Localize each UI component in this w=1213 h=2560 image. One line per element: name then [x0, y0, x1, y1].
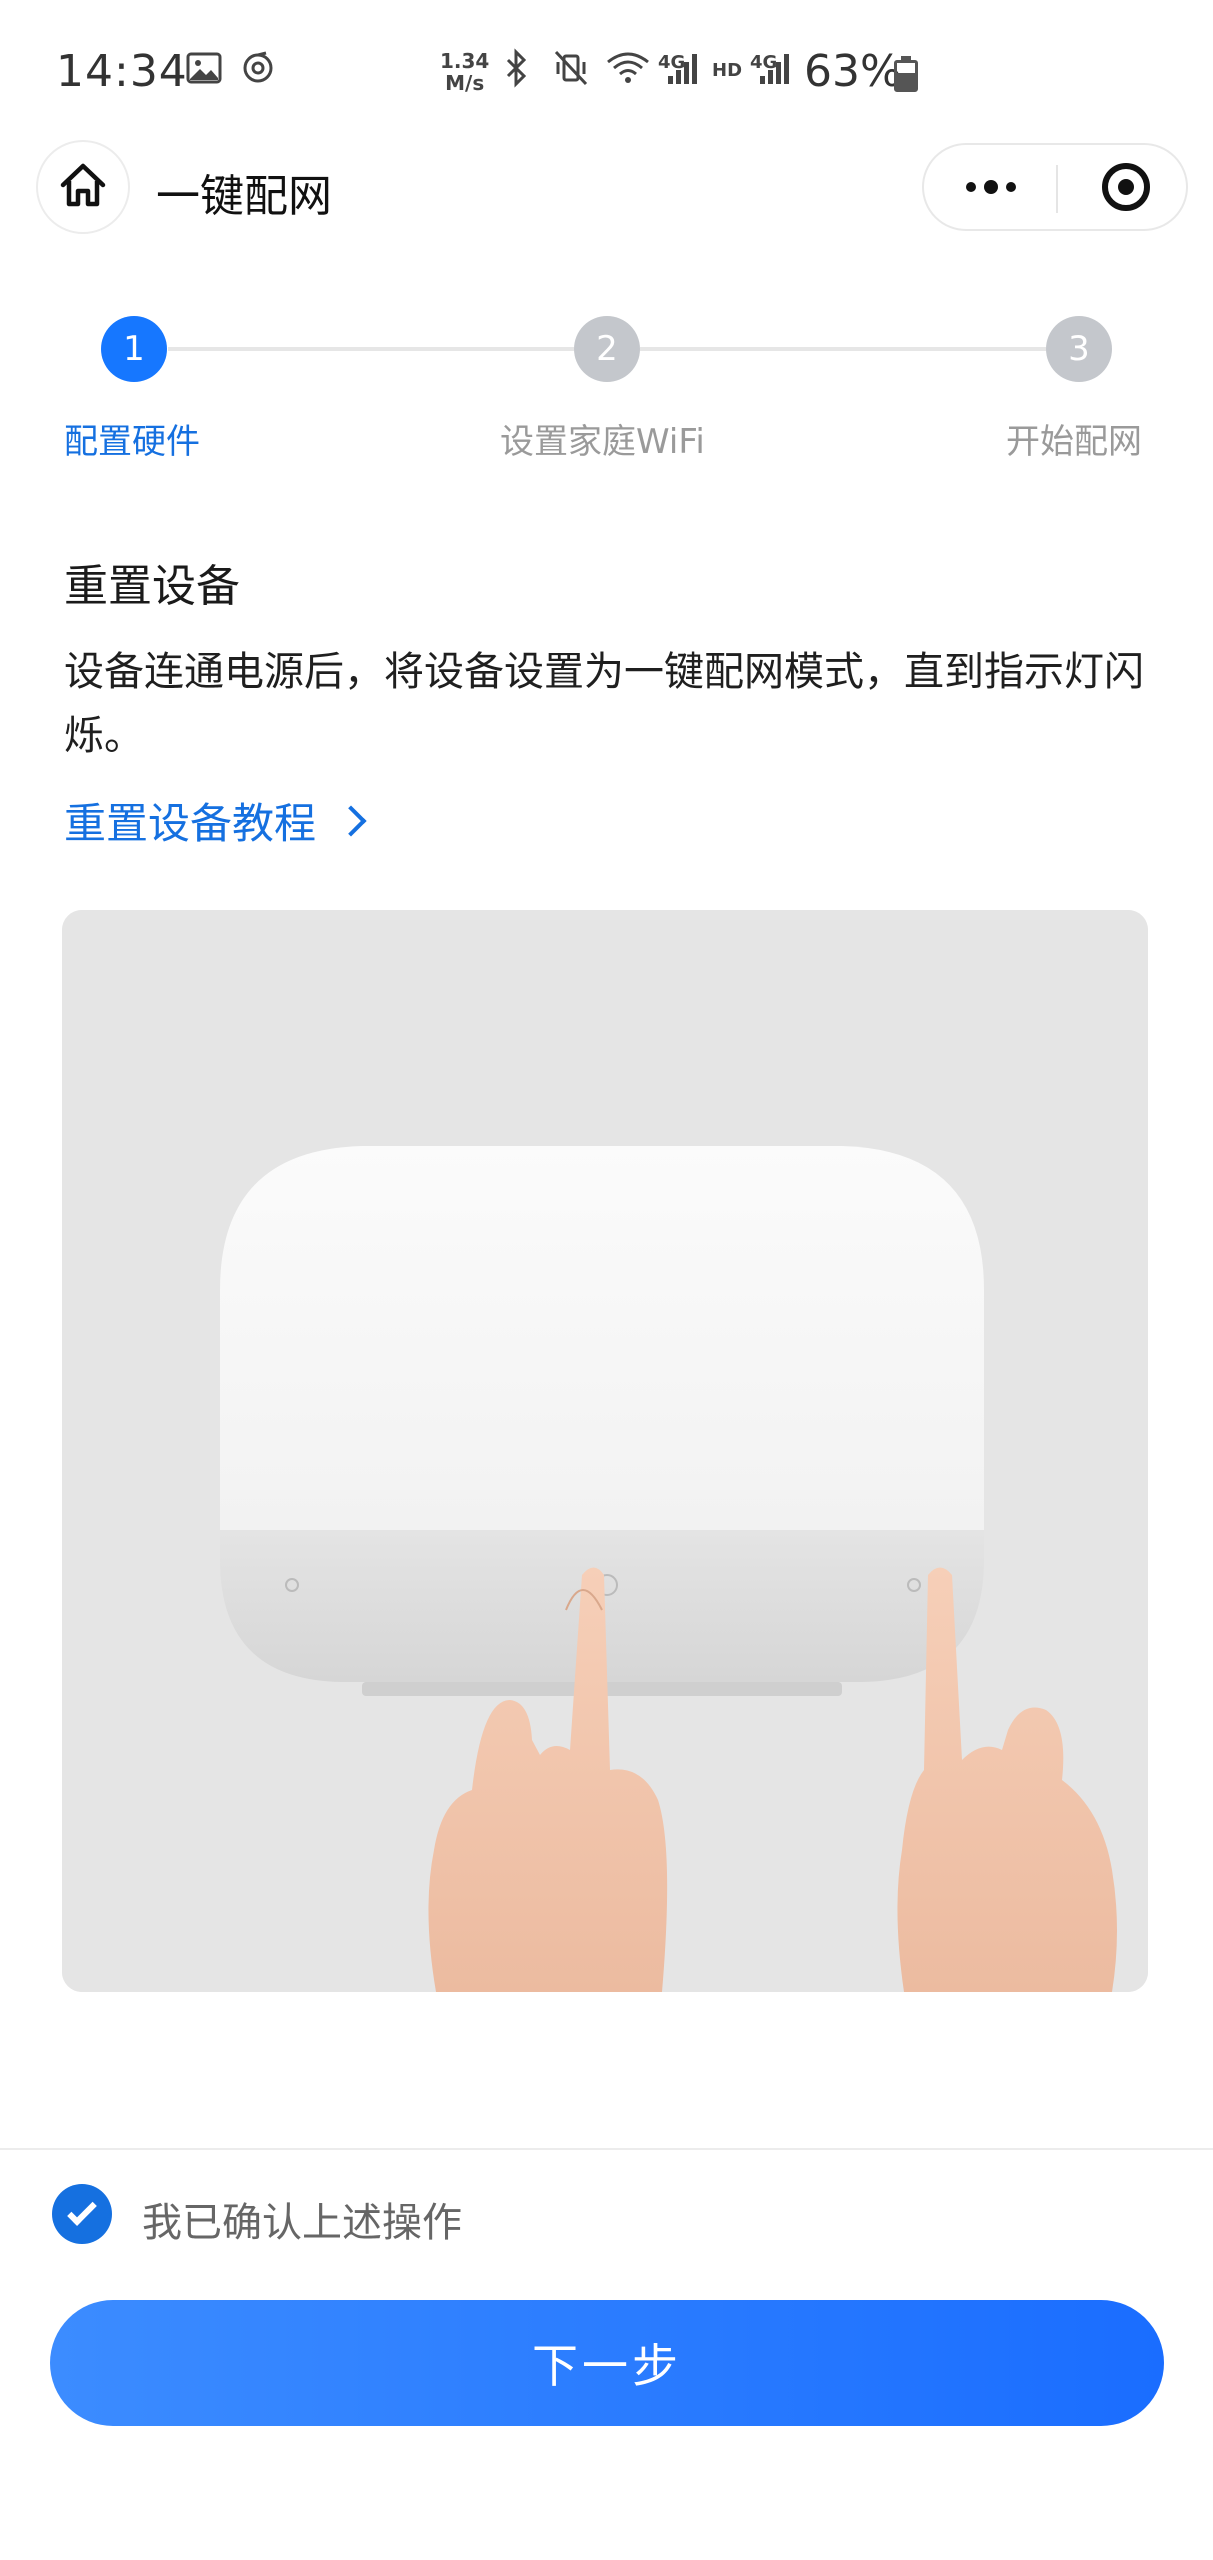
tutorial-link-label: 重置设备教程 [64, 799, 317, 848]
vibrate-mute-icon [552, 48, 590, 88]
step-2-indicator: 2 [574, 316, 640, 382]
next-step-button[interactable]: 下一步 [50, 2300, 1164, 2426]
gallery-icon [186, 48, 222, 88]
step-connector-2 [640, 347, 1046, 351]
more-icon [966, 182, 976, 192]
step-connector-1 [168, 347, 574, 351]
home-button[interactable] [36, 140, 130, 234]
more-button[interactable] [958, 145, 1024, 229]
status-bar: 14:34 1.34 M/s 4G HD 4G 63% [0, 0, 1213, 150]
wifi-icon [604, 48, 652, 88]
confirm-label[interactable]: 我已确认上述操作 [142, 2190, 462, 2248]
signal-icon [664, 48, 700, 88]
chevron-right-icon [335, 804, 367, 837]
signal-icon-2 [756, 48, 792, 88]
section-description: 设备连通电源后，将设备设置为一键配网模式，直到指示灯闪烁。 [64, 649, 1144, 759]
hd-label: HD [712, 60, 743, 81]
network-speed: 1.34 M/s [440, 49, 490, 95]
footer-divider [0, 2148, 1213, 2150]
step-1-label: 配置硬件 [64, 422, 200, 462]
check-icon [67, 2196, 97, 2226]
page-title: 一键配网 [156, 171, 332, 222]
confirm-checkbox[interactable] [52, 2184, 112, 2244]
step-1-indicator: 1 [101, 316, 167, 382]
section-title: 重置设备 [64, 561, 240, 612]
target-icon[interactable] [1102, 163, 1150, 211]
battery-icon [894, 56, 918, 92]
capsule-divider [1056, 165, 1058, 213]
home-icon [58, 161, 108, 213]
reset-tutorial-link[interactable]: 重置设备教程 [64, 790, 367, 851]
step-2-label: 设置家庭WiFi [500, 422, 705, 462]
step-3-indicator: 3 [1046, 316, 1112, 382]
battery-percent: 63% [804, 46, 902, 97]
mini-program-capsule [922, 143, 1188, 231]
bluetooth-icon [504, 48, 530, 88]
status-time: 14:34 [56, 46, 188, 97]
step-3-label: 开始配网 [1006, 422, 1142, 462]
reset-device-illustration [62, 910, 1148, 1992]
sync-icon [240, 48, 276, 88]
